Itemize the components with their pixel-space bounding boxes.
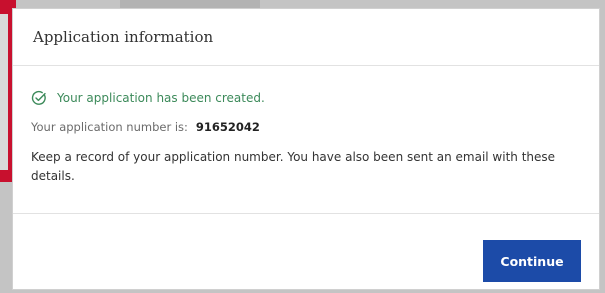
modal-header: Application information [13, 9, 599, 66]
record-instructions: Keep a record of your application number… [31, 150, 556, 183]
application-number-label: Your application number is: [31, 120, 188, 134]
continue-button[interactable]: Continue [483, 240, 581, 282]
modal-body: Your application has been created. Your … [13, 66, 599, 214]
application-number-row: Your application number is: 91652042 [31, 120, 581, 134]
success-message-row: Your application has been created. [31, 90, 581, 106]
modal-title: Application information [33, 28, 214, 46]
check-circle-icon [31, 90, 47, 106]
success-message: Your application has been created. [57, 91, 265, 105]
application-number-value: 91652042 [195, 120, 260, 134]
error-indicator-inner [0, 14, 8, 170]
modal-footer: Continue [13, 214, 599, 290]
application-information-modal: Application information Your application… [12, 8, 600, 290]
